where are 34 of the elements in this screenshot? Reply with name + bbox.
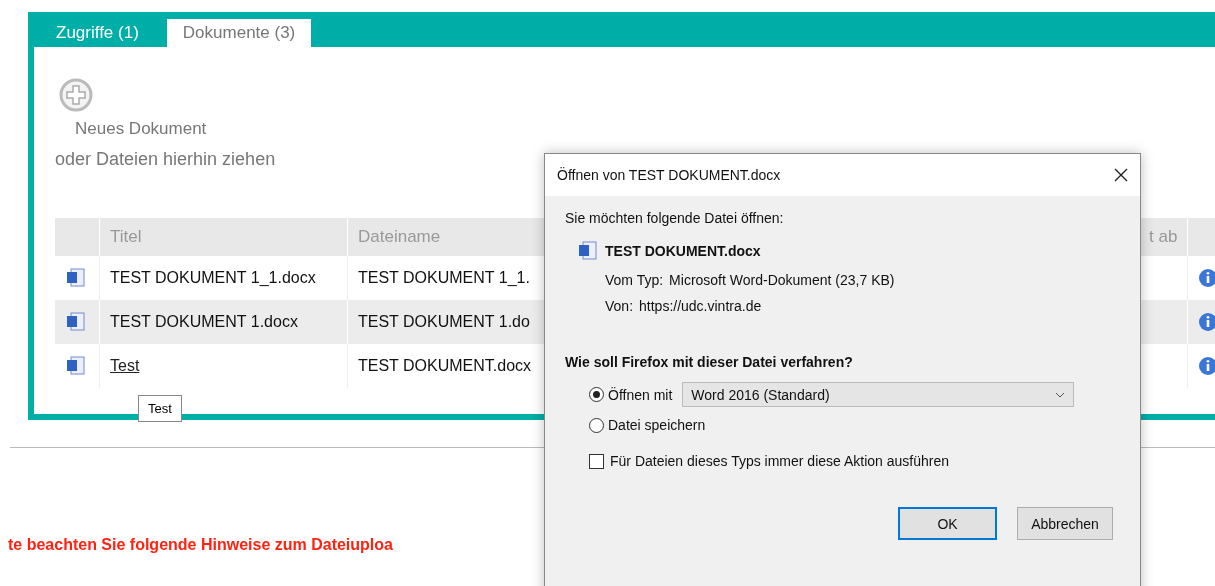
column-header: t ab (1139, 218, 1188, 256)
checkbox-label[interactable]: Für Dateien dieses Typs immer diese Aktion ausführen (610, 453, 950, 469)
dialog-button[interactable]: OK (898, 507, 997, 540)
info-icon[interactable] (1198, 356, 1215, 376)
word-file-icon (65, 267, 87, 289)
detail-value: Microsoft Word-Dokument (23,7 KB) (669, 272, 895, 288)
option-label[interactable]: Datei speichern (608, 417, 706, 433)
title-link[interactable]: Test (110, 357, 140, 375)
tooltip: Test (138, 395, 182, 422)
file-name: TEST DOKUMENT.docx (605, 243, 761, 259)
word-file-icon (65, 355, 87, 377)
app-select[interactable]: Word 2016 (Standard) (682, 382, 1075, 407)
dialog-button[interactable]: Abbrechen (1017, 507, 1113, 540)
radio-button[interactable] (589, 417, 604, 433)
close-icon[interactable] (1114, 168, 1128, 182)
dialog-title: Öffnen von TEST DOKUMENT.docx (557, 167, 781, 183)
option-label[interactable]: Öffnen mit (608, 386, 673, 403)
question-text: Wie soll Firefox mit dieser Datei verfahren? (565, 354, 854, 370)
chevron-down-icon (1055, 391, 1066, 398)
word-file-icon (65, 311, 87, 333)
notice-text: te beachten Sie folgende Hinweise zum Dateiuploa (8, 536, 394, 554)
radio-button[interactable] (589, 387, 604, 402)
new-document-link[interactable]: Neues Dokument (75, 119, 1215, 139)
checkbox[interactable] (589, 453, 604, 469)
column-header: Titel (100, 218, 348, 256)
info-icon[interactable] (1198, 312, 1215, 332)
word-file-icon (577, 240, 599, 262)
info-icon[interactable] (1198, 268, 1215, 288)
table-cell: TEST DOKUMENT 1.docx (100, 300, 348, 344)
drop-hint: oder Dateien hierhin ziehen (55, 149, 277, 170)
tab[interactable]: Dokumente (3) (166, 19, 312, 47)
detail-label: Von: (605, 298, 634, 314)
detail-label: Vom Typ: (605, 272, 664, 288)
detail-value: https://udc.vintra.de (639, 298, 762, 314)
